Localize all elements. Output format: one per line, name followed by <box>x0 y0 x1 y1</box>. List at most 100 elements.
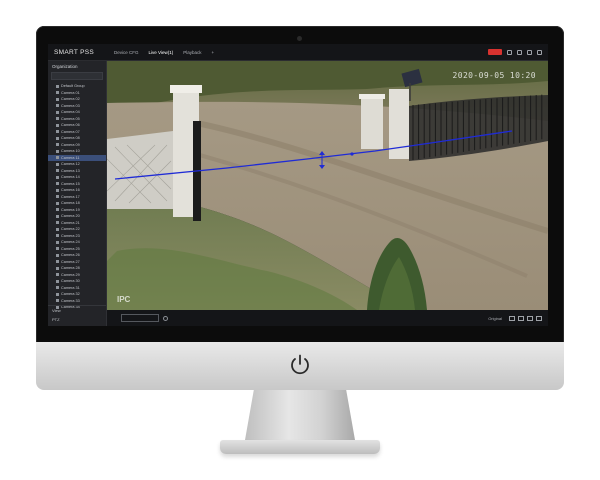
tripwire-handle[interactable] <box>350 152 354 156</box>
tree-item-label: Camera 04 <box>61 110 80 115</box>
tree-item-label: Camera 20 <box>61 214 80 219</box>
ptz-label[interactable]: PTZ <box>48 315 106 324</box>
camera-icon <box>56 221 59 225</box>
tree-item-label: Camera 24 <box>61 240 80 245</box>
camera-icon <box>56 182 59 186</box>
camera-icon <box>56 188 59 192</box>
camera-icon <box>56 240 59 244</box>
right-pillar-small <box>361 97 383 149</box>
camera-icon <box>56 130 59 134</box>
settings-icon[interactable] <box>507 49 512 55</box>
window-controls <box>488 49 542 55</box>
camera-icon <box>56 117 59 121</box>
camera-icon <box>56 110 59 114</box>
camera-icon <box>56 273 59 277</box>
camera-icon <box>56 175 59 179</box>
tree-item-label: Camera 16 <box>61 188 80 193</box>
maximize-icon[interactable] <box>527 49 532 55</box>
camera-icon <box>56 266 59 270</box>
search-input[interactable] <box>51 72 103 80</box>
tree-item-label: Camera 05 <box>61 116 80 121</box>
video-timestamp: 2020-09-05 10:20 <box>452 71 536 80</box>
stand-neck <box>245 390 355 440</box>
device-tree: Default Group Camera 01 Camera 02 Camera 03… <box>48 83 106 311</box>
tree-item-label: Camera 27 <box>61 259 80 264</box>
layout-4-icon[interactable] <box>518 315 524 321</box>
camera-icon <box>56 136 59 140</box>
camera-icon <box>56 247 59 251</box>
camera-icon <box>56 253 59 257</box>
tree-item-label: Camera 32 <box>61 292 80 297</box>
tree-item-label: Camera 08 <box>61 136 80 141</box>
sidebar-footer: View PTZ <box>48 305 106 326</box>
tree-item-label: Camera 02 <box>61 97 80 102</box>
camera-icon <box>56 299 59 303</box>
record-icon[interactable] <box>488 49 502 55</box>
tab-device-cfg[interactable]: Device CFG <box>114 50 139 55</box>
app-window: SMART PSS Device CFG Live View(1) Playba… <box>48 44 548 326</box>
camera-icon <box>56 149 59 153</box>
tree-item-label: Camera 22 <box>61 227 80 232</box>
camera-scene <box>107 61 548 310</box>
layout-9-icon[interactable] <box>527 315 533 321</box>
tree-item-label: Camera 07 <box>61 129 80 134</box>
tree-item-label: Camera 19 <box>61 207 80 212</box>
power-icon[interactable] <box>288 353 312 377</box>
camera-icon <box>56 195 59 199</box>
tree-item-label: Camera 15 <box>61 181 80 186</box>
device-sidebar: Organization Default Group Camera 01 Camer… <box>48 61 107 326</box>
layout-controls: Original <box>488 315 542 321</box>
camera-icon <box>56 169 59 173</box>
tree-item-label: Default Group <box>61 84 85 89</box>
minimize-icon[interactable] <box>517 49 522 55</box>
tab-playback[interactable]: Playback <box>183 50 201 55</box>
stand-base <box>220 440 380 454</box>
tree-item-label: Camera 13 <box>61 168 80 173</box>
camera-icon <box>56 123 59 127</box>
camera-icon <box>56 260 59 264</box>
camera-watermark: IPC <box>117 295 131 304</box>
layout-1-icon[interactable] <box>509 315 515 321</box>
camera-icon <box>56 84 59 88</box>
camera-icon <box>56 201 59 205</box>
title-bar: SMART PSS Device CFG Live View(1) Playba… <box>48 44 548 61</box>
camera-icon <box>56 292 59 296</box>
tree-item-label: Camera 28 <box>61 266 80 271</box>
tree-item-label: Camera 25 <box>61 246 80 251</box>
camera-icon <box>56 91 59 95</box>
live-view-toolbar: Original <box>107 310 548 326</box>
live-video-feed[interactable]: 2020-09-05 10:20 IPC <box>107 61 548 310</box>
webcam-dot <box>297 36 302 41</box>
camera-icon <box>56 97 59 101</box>
original-size-select[interactable]: Original <box>488 316 502 321</box>
camera-icon <box>56 234 59 238</box>
camera-icon <box>56 286 59 290</box>
camera-icon <box>56 227 59 231</box>
tree-item-label: Camera 18 <box>61 201 80 206</box>
camera-icon <box>56 162 59 166</box>
tab-live-view[interactable]: Live View(1) <box>149 50 174 55</box>
view-label[interactable]: View <box>48 306 106 315</box>
close-icon[interactable] <box>537 49 542 55</box>
tree-item-label: Camera 23 <box>61 233 80 238</box>
tab-add[interactable]: + <box>211 50 214 55</box>
tree-item-label: Camera 26 <box>61 253 80 258</box>
refresh-icon[interactable] <box>163 315 168 321</box>
tree-item-label: Camera 30 <box>61 279 80 284</box>
tree-item-label: Camera 09 <box>61 142 80 147</box>
pillar-cap <box>170 85 202 93</box>
stream-select[interactable] <box>121 314 159 322</box>
camera-icon <box>56 104 59 108</box>
camera-icon <box>56 208 59 212</box>
camera-icon <box>56 156 59 160</box>
camera-icon <box>56 143 59 147</box>
tree-item-label: Camera 03 <box>61 103 80 108</box>
fullscreen-icon[interactable] <box>536 315 542 321</box>
pillar-cap <box>359 94 385 99</box>
tree-item-label: Camera 01 <box>61 90 80 95</box>
tree-item-label: Camera 10 <box>61 149 80 154</box>
tree-item-label: Camera 14 <box>61 175 80 180</box>
tree-item-label: Camera 17 <box>61 194 80 199</box>
tree-item-label: Camera 12 <box>61 162 80 167</box>
camera-icon <box>56 279 59 283</box>
